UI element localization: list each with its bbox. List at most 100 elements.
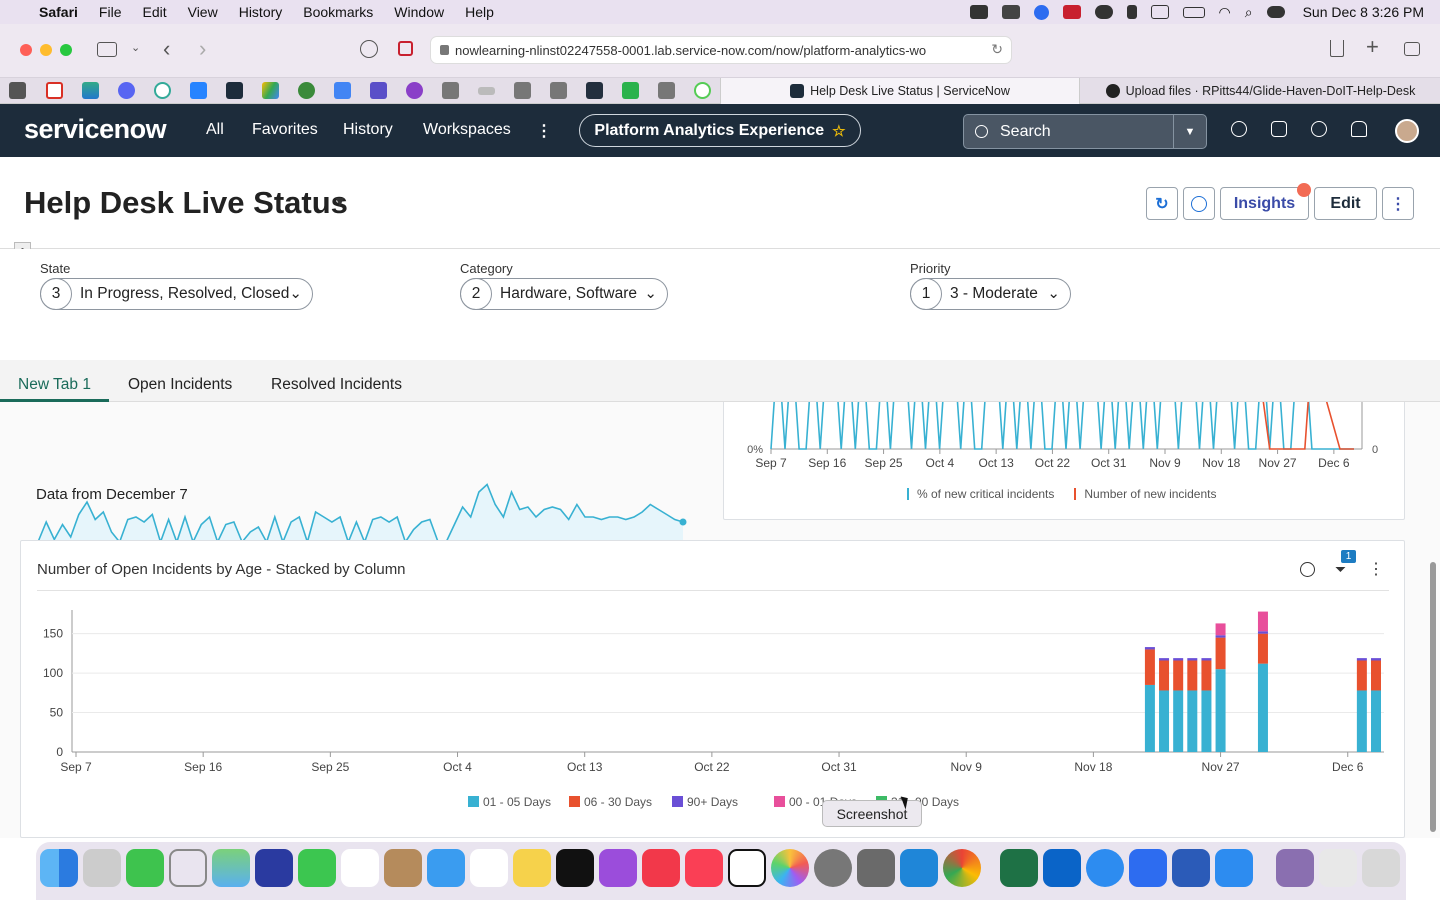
excel-icon[interactable] bbox=[1000, 849, 1038, 887]
bar-segment[interactable] bbox=[1173, 658, 1184, 661]
calendar-icon[interactable] bbox=[341, 849, 379, 887]
zoom-window-icon[interactable] bbox=[60, 44, 72, 56]
edit-button[interactable]: Edit bbox=[1314, 187, 1377, 220]
bar-segment[interactable] bbox=[1187, 660, 1198, 691]
more-actions-button[interactable]: ⋮ bbox=[1382, 187, 1414, 220]
servicenow-logo[interactable]: servicenow bbox=[24, 114, 167, 145]
bar-segment[interactable] bbox=[1144, 649, 1155, 685]
menu-history[interactable]: History bbox=[239, 4, 283, 20]
battery-icon[interactable] bbox=[1182, 6, 1205, 18]
bar-segment[interactable] bbox=[1173, 690, 1184, 752]
bar-segment[interactable] bbox=[1173, 660, 1184, 691]
tab-resolved-incidents[interactable]: Resolved Incidents bbox=[271, 376, 402, 394]
bar-segment[interactable] bbox=[1215, 623, 1226, 636]
filter-category[interactable]: 2 Hardware, Software ⌄ bbox=[460, 278, 668, 310]
favorite-purple-icon[interactable] bbox=[406, 82, 423, 99]
workspace-pill[interactable]: Platform Analytics Experience ☆ bbox=[579, 114, 861, 147]
bar-segment[interactable] bbox=[1201, 690, 1212, 752]
bar-segment[interactable] bbox=[1201, 658, 1212, 661]
refresh-button[interactable]: ↻ bbox=[1146, 187, 1178, 220]
extension-icon[interactable] bbox=[398, 41, 413, 56]
quill-icon[interactable] bbox=[1126, 5, 1137, 19]
scrollbar-thumb[interactable] bbox=[1430, 562, 1436, 832]
reminders-icon[interactable] bbox=[470, 849, 508, 887]
menu-safari[interactable]: Safari bbox=[39, 4, 78, 20]
maps-icon[interactable] bbox=[212, 849, 250, 887]
info-icon[interactable] bbox=[1300, 562, 1315, 577]
apple-tv-icon[interactable] bbox=[556, 849, 594, 887]
favorite-m-icon[interactable] bbox=[550, 82, 567, 99]
affinity-icon[interactable] bbox=[255, 849, 293, 887]
bar-segment[interactable] bbox=[1159, 690, 1170, 752]
favorite-bar-icon[interactable] bbox=[478, 87, 495, 95]
filter-state[interactable]: 3 In Progress, Resolved, Closed ⌄ bbox=[40, 278, 313, 310]
menu-view[interactable]: View bbox=[188, 4, 218, 20]
trash-icon[interactable] bbox=[1362, 849, 1400, 887]
bar-segment[interactable] bbox=[1257, 633, 1268, 664]
legend-swatch[interactable] bbox=[569, 796, 580, 807]
control-center-icon[interactable] bbox=[1266, 6, 1285, 18]
bar-segment[interactable] bbox=[1356, 660, 1367, 691]
legend-label[interactable]: 06 - 30 Days bbox=[584, 795, 652, 809]
avatar[interactable] bbox=[1395, 119, 1419, 143]
favorite-gradient-icon[interactable] bbox=[82, 82, 99, 99]
tab-overview-icon[interactable] bbox=[1404, 42, 1420, 56]
chrome-icon[interactable] bbox=[943, 849, 981, 887]
news-icon[interactable] bbox=[642, 849, 680, 887]
nav-favorites[interactable]: Favorites bbox=[252, 121, 318, 139]
bar-segment[interactable] bbox=[1215, 637, 1226, 670]
messages-icon[interactable] bbox=[126, 849, 164, 887]
favorite-green-icon[interactable] bbox=[298, 82, 315, 99]
info-button[interactable] bbox=[1183, 187, 1215, 220]
bell-icon[interactable] bbox=[1351, 121, 1367, 137]
bar-segment[interactable] bbox=[1257, 611, 1268, 632]
favorite-k-icon[interactable] bbox=[514, 82, 531, 99]
sidebar-toggle-icon[interactable] bbox=[97, 42, 117, 57]
stacks-icon[interactable] bbox=[1276, 849, 1314, 887]
more-menu-icon[interactable]: ⋮ bbox=[536, 121, 552, 141]
music-icon[interactable] bbox=[685, 849, 723, 887]
favorite-ring-icon[interactable] bbox=[694, 82, 711, 99]
safari-icon[interactable] bbox=[1086, 849, 1124, 887]
favorite-aws-icon[interactable] bbox=[586, 82, 603, 99]
bar-segment[interactable] bbox=[1257, 631, 1268, 634]
favorite-servicenow-icon[interactable] bbox=[226, 82, 243, 99]
favorite-feedly-icon[interactable] bbox=[622, 82, 639, 99]
reload-icon[interactable]: ↻ bbox=[991, 41, 1003, 58]
clock[interactable]: Sun Dec 8 3:26 PM bbox=[1303, 4, 1424, 20]
tab-upload-files[interactable]: Upload files · RPitts44/Glide-Haven-DoIT… bbox=[1081, 78, 1440, 104]
bar-segment[interactable] bbox=[1144, 684, 1155, 752]
filter-icon[interactable]: ⏷ bbox=[1335, 561, 1346, 578]
notes-icon[interactable] bbox=[513, 849, 551, 887]
windows-icon[interactable] bbox=[1001, 5, 1020, 19]
bar-segment[interactable] bbox=[1257, 663, 1268, 752]
sparkline-last-point[interactable] bbox=[679, 518, 687, 526]
bar-segment[interactable] bbox=[1201, 660, 1212, 691]
help-icon[interactable] bbox=[1311, 121, 1327, 137]
nav-all[interactable]: All bbox=[206, 121, 224, 139]
tab-open-incidents[interactable]: Open Incidents bbox=[128, 376, 232, 394]
bar-segment[interactable] bbox=[1371, 660, 1381, 691]
bar-segment[interactable] bbox=[1187, 690, 1198, 752]
legend-swatch[interactable] bbox=[672, 796, 683, 807]
address-bar[interactable]: nowlearning-nlinst02247558-0001.lab.serv… bbox=[430, 36, 1012, 64]
favorite-discord-icon[interactable] bbox=[118, 82, 135, 99]
bar-segment[interactable] bbox=[1187, 658, 1198, 661]
favorite-s2-icon[interactable] bbox=[658, 82, 675, 99]
launchpad-icon[interactable] bbox=[83, 849, 121, 887]
back-icon[interactable]: ‹ bbox=[163, 36, 170, 62]
legend-swatch[interactable] bbox=[774, 796, 785, 807]
windows-app-icon[interactable] bbox=[1215, 849, 1253, 887]
bar-segment[interactable] bbox=[1159, 658, 1170, 661]
nav-history[interactable]: History bbox=[343, 121, 393, 139]
filter-priority[interactable]: 1 3 - Moderate ⌄ bbox=[910, 278, 1071, 310]
word-icon[interactable] bbox=[1172, 849, 1210, 887]
favorite-w-icon[interactable] bbox=[9, 82, 26, 99]
globe-icon[interactable] bbox=[1231, 121, 1247, 137]
finder-icon[interactable] bbox=[40, 849, 78, 887]
menu-file[interactable]: File bbox=[99, 4, 122, 20]
podcasts-icon[interactable] bbox=[599, 849, 637, 887]
photos-icon[interactable] bbox=[771, 849, 809, 887]
chevron-down-icon[interactable]: ⌄ bbox=[131, 41, 140, 54]
favorite-gmail-icon[interactable] bbox=[46, 82, 63, 99]
